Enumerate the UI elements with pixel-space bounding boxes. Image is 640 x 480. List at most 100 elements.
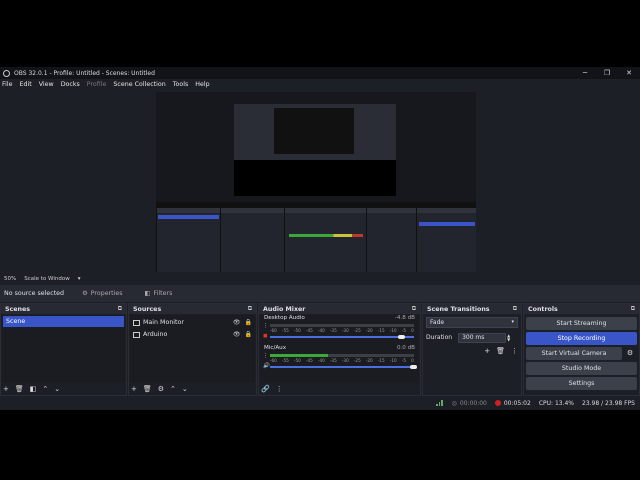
volume-slider[interactable]: [270, 336, 414, 338]
source-label: Main Monitor: [143, 319, 184, 326]
record-icon: [494, 400, 501, 406]
sources-list[interactable]: Main Monitor 👁 🔒 Arduino 👁 🔒: [130, 315, 255, 383]
spin-icon[interactable]: ▲ ▼: [507, 333, 510, 342]
meter-tick: -45: [305, 358, 313, 363]
undock-icon[interactable]: ⧉: [631, 305, 635, 313]
more-icon[interactable]: ⋮: [511, 347, 518, 355]
zoom-bar: 50% Scale to Window ▾: [0, 274, 640, 284]
source-status: No source selected: [4, 290, 65, 297]
arrow-up-icon[interactable]: ⌃: [42, 385, 48, 393]
cpu-usage: CPU: 13.4%: [538, 399, 575, 407]
level-meter: [270, 354, 414, 357]
more-icon[interactable]: ⋮: [263, 323, 269, 329]
studio-mode-button[interactable]: Studio Mode: [526, 362, 637, 375]
nested-capture-preview: [234, 104, 396, 160]
filter-icon[interactable]: ◧: [30, 385, 37, 393]
lock-icon[interactable]: 🔒: [245, 319, 252, 326]
controls-body: Start Streaming Stop Recording Start Vir…: [525, 315, 638, 390]
undock-icon[interactable]: ⧉: [412, 305, 416, 313]
title-bar: OBS 32.0.1 - Profile: Untitled - Scenes:…: [0, 67, 640, 79]
start-virtual-camera-button[interactable]: Start Virtual Camera: [526, 347, 622, 360]
meter-tick: -60: [270, 358, 277, 363]
menu-tools[interactable]: Tools: [173, 81, 189, 88]
zoom-level[interactable]: 50%: [4, 276, 16, 282]
menu-help[interactable]: Help: [195, 81, 209, 88]
menu-file[interactable]: File: [2, 81, 13, 88]
volume-slider-handle[interactable]: [398, 335, 406, 339]
filters-button[interactable]: ◧ Filters: [141, 289, 177, 298]
preview-area[interactable]: [0, 89, 640, 275]
meter-tick: -5: [401, 328, 407, 333]
eye-icon[interactable]: 👁: [233, 331, 241, 338]
meter-tick: 0: [411, 328, 414, 333]
add-icon[interactable]: +: [3, 385, 9, 393]
undock-icon[interactable]: ⧉: [118, 305, 122, 313]
trash-icon[interactable]: 🗑: [496, 347, 505, 355]
source-label: Arduino: [143, 331, 168, 338]
scene-item[interactable]: Scene: [3, 316, 124, 327]
transition-select[interactable]: Fade ▾: [426, 317, 518, 328]
mixer-body: Desktop Audio -4.8 dB ⋮ -60 -55 -50 -45 -40-…: [260, 315, 419, 383]
eye-icon[interactable]: 👁: [233, 319, 241, 326]
meter-tick: -45: [305, 328, 313, 333]
scenes-list[interactable]: Scene: [2, 315, 125, 383]
link-icon[interactable]: 🔗: [261, 385, 270, 393]
meter-tick: -15: [377, 328, 385, 333]
meter-ticks: -60 -55 -50 -45 -40 -35 -30 -25 -20 -15 -10 -5 0: [270, 358, 414, 363]
chevron-down-icon[interactable]: ▾: [78, 276, 81, 282]
menu-view[interactable]: View: [39, 81, 54, 88]
speaker-muted-icon[interactable]: ◼: [263, 333, 268, 339]
stop-recording-button[interactable]: Stop Recording: [526, 332, 637, 345]
arrow-up-icon[interactable]: ⌃: [170, 385, 176, 393]
menu-edit[interactable]: Edit: [20, 81, 32, 88]
gear-icon[interactable]: ⚙: [624, 347, 636, 360]
menu-profile[interactable]: Profile: [87, 81, 107, 88]
add-icon[interactable]: +: [131, 385, 137, 393]
lock-icon[interactable]: 🔒: [245, 331, 252, 338]
sources-dock: Sources ⧉ Main Monitor 👁 🔒 Arduino 👁 🔒 + …: [128, 303, 257, 396]
volume-slider[interactable]: [270, 366, 414, 368]
properties-button[interactable]: ⚙ Properties: [78, 289, 126, 298]
level-meter: [270, 324, 414, 327]
duration-input[interactable]: 300 ms: [458, 332, 507, 343]
meter-tick: -10: [389, 328, 397, 333]
add-icon[interactable]: +: [484, 347, 490, 355]
arrow-down-icon[interactable]: ⌄: [182, 385, 188, 393]
undock-icon[interactable]: ⧉: [248, 305, 252, 313]
nested-capture-inner: [234, 104, 396, 196]
list-item[interactable]: Arduino 👁 🔒: [133, 329, 252, 340]
trash-icon[interactable]: 🗑: [15, 385, 24, 393]
menu-scene-collection[interactable]: Scene Collection: [113, 81, 165, 88]
duration-label: Duration: [426, 334, 453, 341]
speaker-icon[interactable]: 🔊: [263, 363, 270, 369]
window-icon: [133, 331, 140, 338]
gear-icon[interactable]: ⚙: [158, 385, 164, 393]
meter-tick: -50: [293, 328, 301, 333]
zoom-mode[interactable]: Scale to Window: [24, 276, 70, 282]
meter-tick: -20: [365, 358, 373, 363]
minimize-button[interactable]: ─: [574, 69, 596, 77]
meter-tick: -20: [365, 328, 373, 333]
volume-slider-handle[interactable]: [410, 365, 417, 369]
menu-docks[interactable]: Docks: [61, 81, 80, 88]
more-icon[interactable]: ⋮: [263, 353, 269, 359]
gear-icon: ⚙: [82, 290, 88, 297]
undock-icon[interactable]: ⧉: [513, 305, 517, 313]
list-item[interactable]: Main Monitor 👁 🔒: [133, 317, 252, 328]
arrow-down-icon[interactable]: ⌄: [54, 385, 60, 393]
close-button[interactable]: ✕: [618, 69, 640, 77]
start-streaming-button[interactable]: Start Streaming: [526, 317, 637, 330]
scenes-title: Scenes: [5, 305, 31, 313]
meter-tick: -35: [329, 358, 337, 363]
status-bar: ◎ 00:00:00 00:05:02 CPU: 13.4% 23.98 / 23…: [0, 396, 640, 410]
maximize-button[interactable]: ❐: [596, 69, 618, 77]
obs-window: OBS 32.0.1 - Profile: Untitled - Scenes:…: [0, 67, 640, 410]
preview-canvas[interactable]: [156, 92, 476, 272]
trash-icon[interactable]: 🗑: [143, 385, 152, 393]
menu-bar: File Edit View Docks Profile Scene Colle…: [0, 79, 640, 89]
meter-tick: 0: [411, 358, 414, 363]
meter-tick: -30: [341, 358, 349, 363]
meter-tick: -15: [377, 358, 385, 363]
settings-button[interactable]: Settings: [526, 377, 637, 390]
more-icon[interactable]: ⋮: [276, 385, 283, 393]
